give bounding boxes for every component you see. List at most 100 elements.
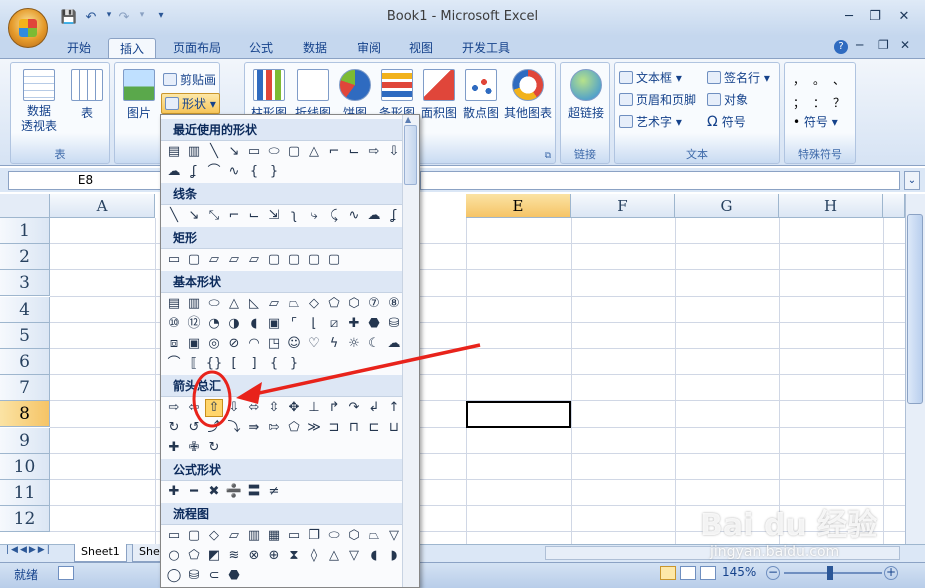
symbol-period[interactable]: 。: [813, 71, 833, 88]
flow-stored-data-icon[interactable]: ◖: [365, 547, 383, 565]
flow-multidocument-icon[interactable]: ❐: [305, 527, 323, 545]
block-left-arrow-icon[interactable]: ⇦: [185, 399, 203, 417]
sheet-tab-sheet1[interactable]: Sheet1: [74, 544, 127, 562]
left-brace-icon[interactable]: {: [265, 355, 283, 373]
left-right-arrow-callout-icon[interactable]: ✚: [165, 439, 183, 457]
flow-data-icon[interactable]: ▱: [225, 527, 243, 545]
flow-collate-icon[interactable]: ⧗: [285, 547, 303, 565]
can-icon[interactable]: ⛁: [385, 315, 403, 333]
tab-insert[interactable]: 插入: [108, 38, 156, 60]
heart-icon[interactable]: ♡: [305, 335, 323, 353]
curved-double-arrow-icon[interactable]: ⤹: [325, 207, 343, 225]
elbow-arrow-icon[interactable]: ⌙: [245, 207, 263, 225]
hyperlink-button[interactable]: 超链接: [563, 69, 609, 121]
basic-textbox-icon[interactable]: ▤: [165, 295, 183, 313]
smiley-face-icon[interactable]: ☺: [285, 335, 303, 353]
normal-view-icon[interactable]: [660, 566, 676, 580]
formula-expand-icon[interactable]: ⌄: [904, 171, 920, 190]
curved-up-arrow-icon[interactable]: ⤴: [205, 419, 223, 437]
left-brace-shape-icon[interactable]: {: [245, 163, 263, 181]
equal-icon[interactable]: 〓: [245, 483, 263, 501]
cloud-icon[interactable]: ☁: [385, 335, 403, 353]
row-header-5[interactable]: 5: [0, 322, 50, 349]
symbol-enum-comma[interactable]: 、: [833, 71, 853, 88]
block-arc-icon[interactable]: ◠: [245, 335, 263, 353]
header-footer-button[interactable]: 页眉和页脚: [619, 91, 696, 108]
block-down-arrow-icon[interactable]: ⇩: [225, 399, 243, 417]
tab-review[interactable]: 审阅: [346, 38, 392, 60]
frame-icon[interactable]: ▣: [265, 315, 283, 333]
curved-down-arrow-icon[interactable]: ⤵: [225, 419, 243, 437]
row-header-8[interactable]: 8: [0, 401, 50, 428]
elbow-double-arrow-icon[interactable]: ⇲: [265, 207, 283, 225]
row-header-3[interactable]: 3: [0, 270, 50, 297]
shapes-gallery-scroll-thumb[interactable]: [404, 125, 417, 185]
pentagon-icon[interactable]: ⬠: [325, 295, 343, 313]
left-bracket-icon[interactable]: [: [225, 355, 243, 373]
pivot-table-button[interactable]: 数据 透视表: [15, 69, 63, 134]
rect-icon[interactable]: ▭: [165, 251, 183, 269]
curved-connector-icon[interactable]: ʅ: [285, 207, 303, 225]
octagon-icon[interactable]: ⑧: [385, 295, 403, 313]
bent-up-arrow-icon[interactable]: ↑: [385, 399, 403, 417]
block-right-arrow-icon[interactable]: ⇨: [165, 399, 183, 417]
arrow-line-shape-icon[interactable]: ↘: [225, 143, 243, 161]
arc-shape-icon[interactable]: ⌒: [205, 163, 223, 181]
row-header-10[interactable]: 10: [0, 453, 50, 480]
dodecagon-icon[interactable]: ⑫: [185, 315, 203, 333]
decagon-icon[interactable]: ⑩: [165, 315, 183, 333]
workbook-restore-icon[interactable]: ❐: [878, 38, 889, 52]
down-arrow-callout-icon[interactable]: ⊓: [345, 419, 363, 437]
diagonal-stripe-icon[interactable]: ⧄: [325, 315, 343, 333]
left-arrow-callout-icon[interactable]: ⊏: [365, 419, 383, 437]
flow-direct-storage-icon[interactable]: ⊂: [205, 567, 223, 585]
oval-shape-icon[interactable]: ⬭: [265, 143, 283, 161]
column-header-h[interactable]: H: [779, 194, 883, 218]
heptagon-icon[interactable]: ⑦: [365, 295, 383, 313]
chord-icon[interactable]: ◑: [225, 315, 243, 333]
column-header-g[interactable]: G: [675, 194, 779, 218]
scribble-icon[interactable]: ʆ: [385, 207, 403, 225]
teardrop-icon[interactable]: ◖: [245, 315, 263, 333]
column-header-f[interactable]: F: [571, 194, 675, 218]
elbow-connector-shape-icon[interactable]: ⌐: [325, 143, 343, 161]
symbol-button[interactable]: Ω 符号: [707, 113, 746, 130]
flow-magnetic-disk-icon[interactable]: ⛁: [185, 567, 203, 585]
striped-right-arrow-icon[interactable]: ⇛: [245, 419, 263, 437]
up-down-arrow-icon[interactable]: ⇳: [265, 399, 283, 417]
page-layout-view-icon[interactable]: [680, 566, 696, 580]
column-header-e[interactable]: E: [466, 194, 571, 218]
flow-internal-storage-icon[interactable]: ▦: [265, 527, 283, 545]
no-symbol-icon[interactable]: ⊘: [225, 335, 243, 353]
plus-icon[interactable]: ✚: [165, 483, 183, 501]
restore-icon[interactable]: ❐: [864, 8, 886, 26]
shapes-gallery-scrollbar[interactable]: [402, 115, 419, 587]
flow-display-icon[interactable]: ⬣: [225, 567, 243, 585]
flow-terminator-icon[interactable]: ⬭: [325, 527, 343, 545]
right-arrow-callout-icon[interactable]: ⊐: [325, 419, 343, 437]
flow-manual-input-icon[interactable]: ⏢: [365, 527, 383, 545]
select-all-corner[interactable]: [0, 194, 50, 218]
column-header-partial[interactable]: [883, 194, 905, 218]
symbol-semicolon[interactable]: ；: [793, 94, 813, 111]
pie-shape-icon[interactable]: ◔: [205, 315, 223, 333]
tab-data[interactable]: 数据: [292, 38, 338, 60]
double-bracket-icon[interactable]: ⟦: [185, 355, 203, 373]
tab-home[interactable]: 开始: [56, 38, 102, 60]
row-header-7[interactable]: 7: [0, 375, 50, 402]
tab-developer[interactable]: 开发工具: [452, 38, 520, 60]
row-header-6[interactable]: 6: [0, 349, 50, 375]
active-cell-e8[interactable]: [466, 401, 571, 428]
symbol-comma[interactable]: ，: [793, 71, 813, 88]
signature-line-button[interactable]: 签名行 ▾: [707, 69, 770, 86]
trapezoid-icon[interactable]: ⏢: [285, 295, 303, 313]
scribble-shape-icon[interactable]: ʆ: [185, 163, 203, 181]
flow-sort-icon[interactable]: ◊: [305, 547, 323, 565]
vertical-textbox-shape-icon[interactable]: ▥: [185, 143, 203, 161]
office-button[interactable]: [8, 8, 48, 48]
l-shape-icon[interactable]: ⌊: [305, 315, 323, 333]
moon-icon[interactable]: ☾: [365, 335, 383, 353]
tab-formulas[interactable]: 公式: [238, 38, 284, 60]
other-charts-button[interactable]: 其他图表: [501, 69, 555, 121]
symbol-colon[interactable]: ：: [813, 94, 833, 111]
